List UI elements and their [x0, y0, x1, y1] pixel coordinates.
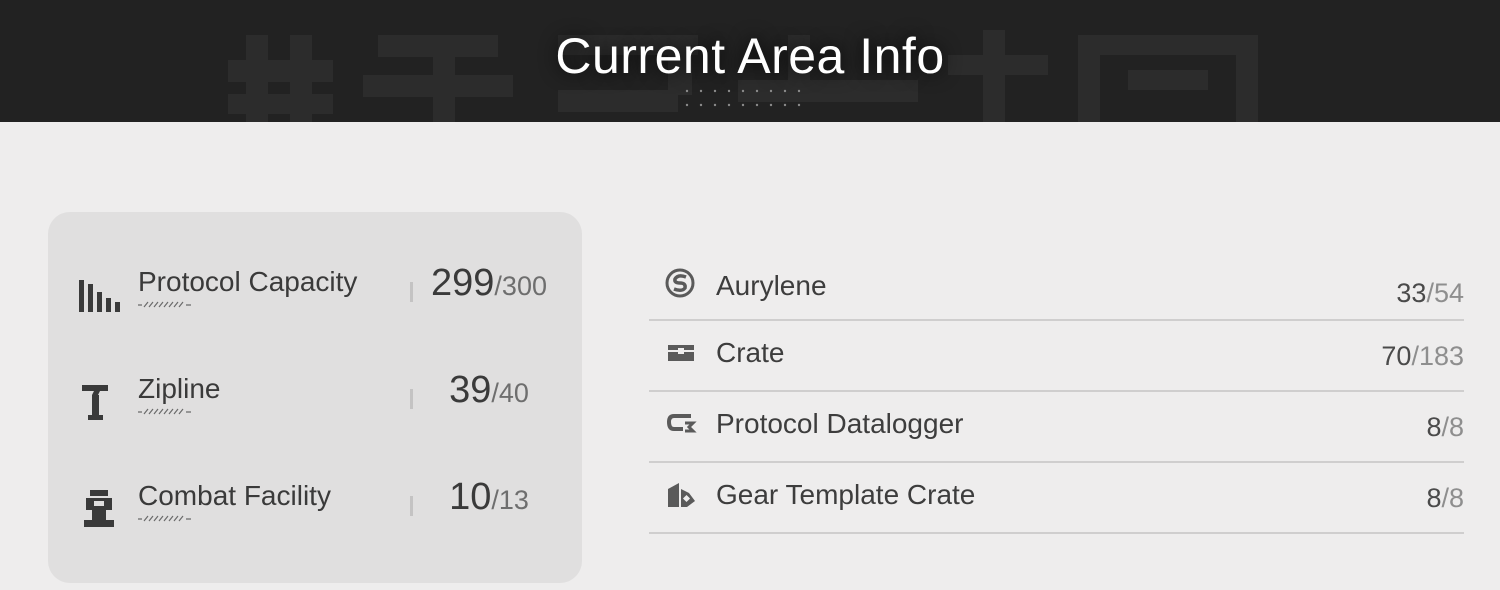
capacity-row-zipline: Zipline 39/40 [48, 369, 582, 429]
title-dots-decoration [685, 89, 801, 107]
resource-row-protocol-datalogger: Protocol Datalogger 8/8 [649, 392, 1464, 463]
capacity-label: Protocol Capacity [138, 266, 358, 297]
aurylene-icon [665, 268, 695, 298]
capacity-value: 39/40 [414, 369, 564, 412]
resource-label: Aurylene [716, 270, 827, 301]
bar-graph-icon [79, 280, 120, 312]
header-bar: Current Area Info [0, 0, 1500, 122]
resource-current: 33 [1396, 278, 1427, 308]
capacity-max: /40 [491, 378, 529, 408]
capacity-label: Zipline [138, 373, 221, 404]
capacity-current: 10 [449, 476, 492, 518]
resource-row-crate: Crate 70/183 [649, 321, 1464, 392]
label-underline-decoration [138, 515, 191, 522]
resource-max: /8 [1441, 412, 1464, 442]
capacity-current: 39 [449, 369, 492, 411]
capacity-row-protocol-capacity: Protocol Capacity 299/300 [48, 262, 582, 322]
resource-current: 8 [1426, 412, 1442, 442]
page-title: Current Area Info [555, 28, 945, 84]
capacity-value: 10/13 [414, 476, 564, 519]
resource-value: 8/8 [1426, 483, 1464, 514]
capacity-max: /300 [494, 271, 547, 301]
capacity-row-combat-facility: Combat Facility 10/13 [48, 476, 582, 536]
separator [410, 282, 413, 302]
separator [410, 496, 413, 516]
resource-value: 8/8 [1426, 412, 1464, 443]
resource-value: 33/54 [1396, 278, 1464, 309]
label-underline-decoration [138, 408, 191, 415]
combat-facility-icon [84, 490, 114, 527]
capacity-value: 299/300 [414, 262, 564, 305]
resource-max: /8 [1441, 483, 1464, 513]
resource-max: /54 [1426, 278, 1464, 308]
datalogger-icon [666, 414, 697, 433]
gear-template-crate-icon [668, 483, 695, 507]
resource-current: 70 [1381, 341, 1412, 371]
resource-list: Aurylene 33/54 Crate 70/183 Protocol Dat… [649, 256, 1464, 534]
resource-label: Protocol Datalogger [716, 408, 964, 439]
resource-row-gear-template-crate: Gear Template Crate 8/8 [649, 463, 1464, 534]
resource-value: 70/183 [1381, 341, 1464, 372]
crate-icon [668, 345, 694, 361]
resource-max: /183 [1411, 341, 1464, 371]
resource-label: Gear Template Crate [716, 479, 976, 510]
label-underline-decoration [138, 301, 191, 308]
resource-row-aurylene: Aurylene 33/54 [649, 256, 1464, 321]
resource-current: 8 [1426, 483, 1442, 513]
capacity-label: Combat Facility [138, 480, 331, 511]
zipline-icon [82, 385, 108, 420]
resource-label: Crate [716, 337, 785, 368]
capacity-current: 299 [431, 262, 495, 304]
separator [410, 389, 413, 409]
capacity-max: /13 [491, 485, 529, 515]
capacity-panel: Protocol Capacity 299/300 Zipline 39/40 [48, 212, 582, 583]
